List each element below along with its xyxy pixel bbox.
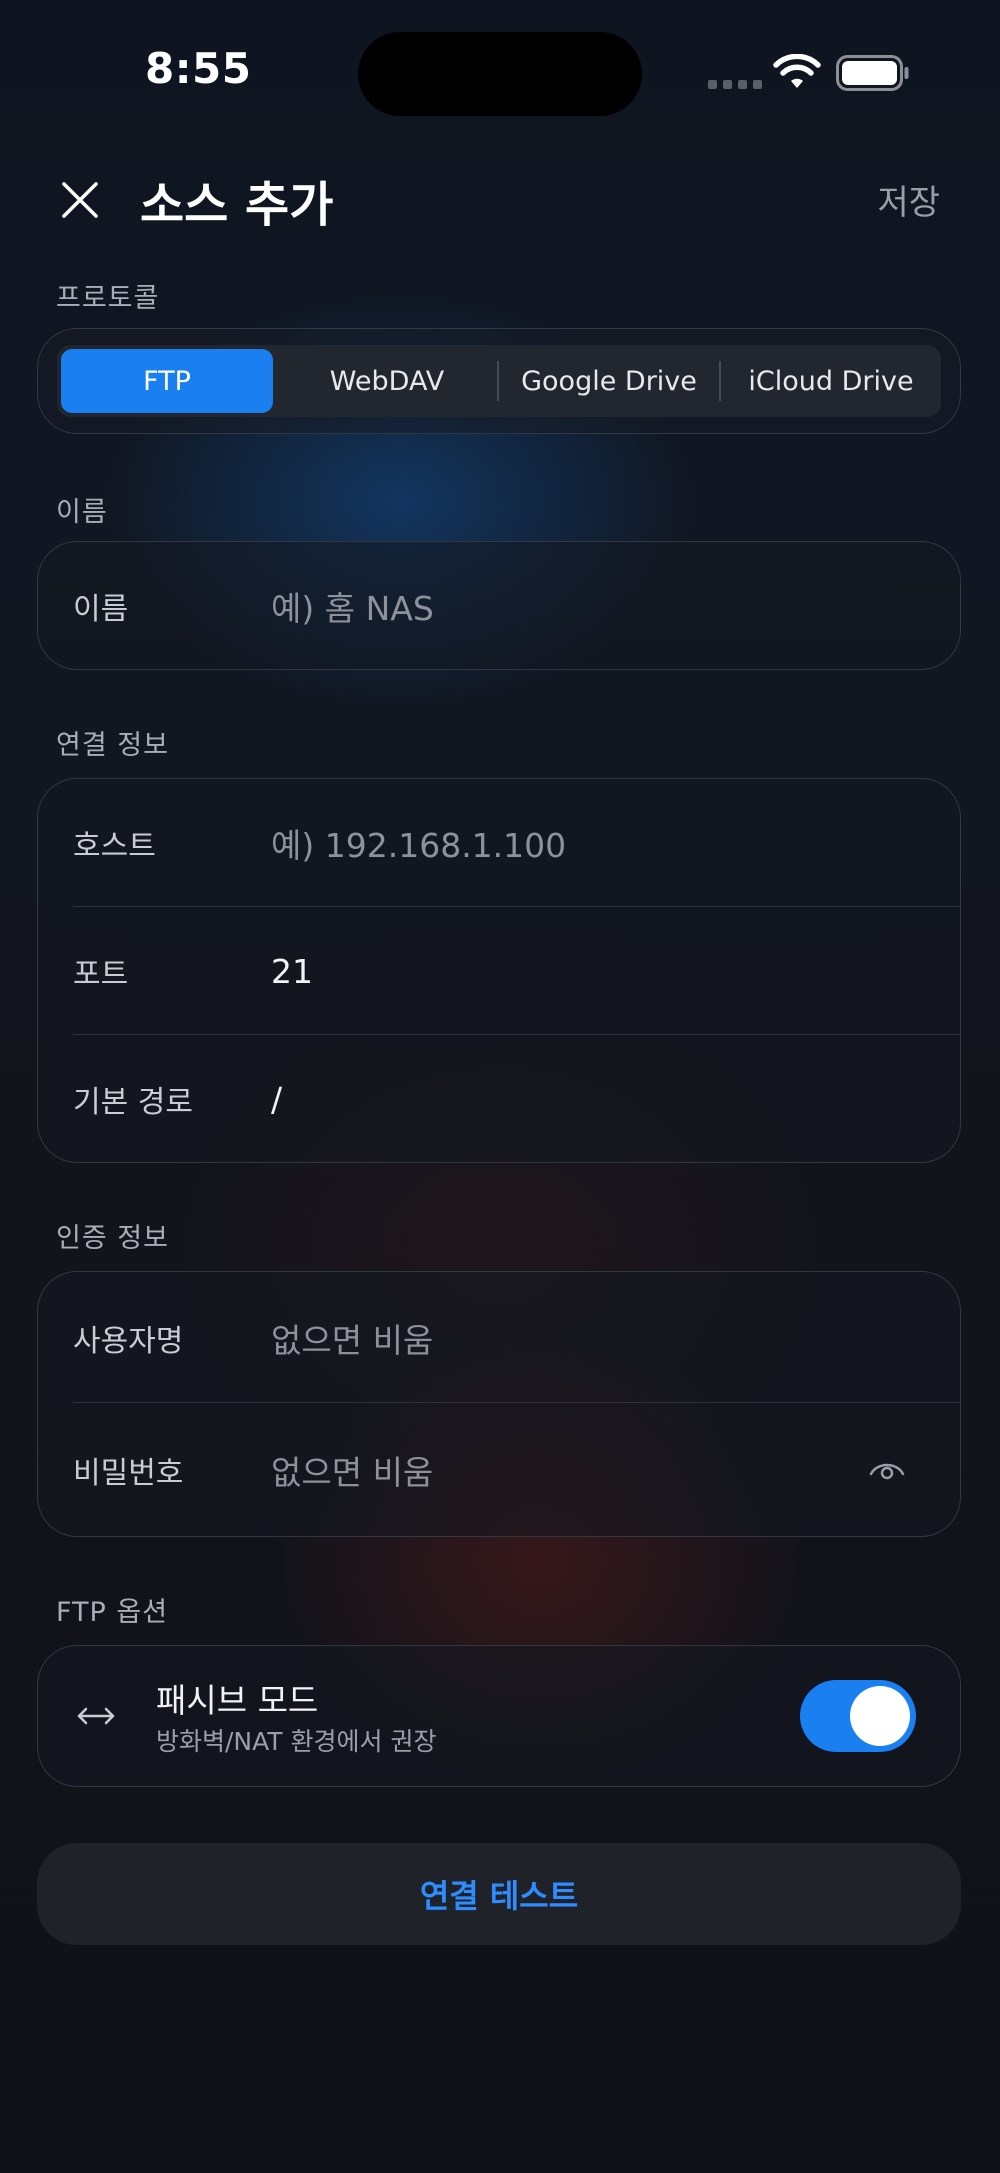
base-path-label: 기본 경로 [73,1085,193,1120]
segment-google-drive[interactable]: Google Drive [503,349,715,413]
segment-divider [719,361,721,401]
passive-mode-row: 패시브 모드 방화벽/NAT 환경에서 권장 [38,1646,960,1786]
base-path-row[interactable]: 기본 경로 / [38,1035,960,1162]
section-label-auth: 인증 정보 [56,1223,169,1254]
port-input[interactable]: 21 [271,907,313,1035]
base-path-input[interactable]: / [271,1035,282,1162]
passive-mode-title: 패시브 모드 [156,1681,319,1720]
name-input[interactable]: 예) 홈 NAS [271,542,434,669]
segment-icloud-drive[interactable]: iCloud Drive [725,349,937,413]
segment-ftp[interactable]: FTP [61,349,273,413]
name-field-label: 이름 [73,592,129,627]
segment-webdav[interactable]: WebDAV [281,349,493,413]
eye-icon[interactable] [869,1458,905,1482]
section-label-connection: 연결 정보 [56,730,169,761]
test-connection-button[interactable]: 연결 테스트 [37,1843,961,1945]
status-bar: 8:55 [0,0,1000,150]
page-title: 소스 추가 [140,177,334,233]
status-time: 8:55 [145,44,252,93]
host-input[interactable]: 예) 192.168.1.100 [271,779,566,907]
name-card: 이름 예) 홈 NAS [37,541,961,670]
passive-mode-subtitle: 방화벽/NAT 환경에서 권장 [156,1727,437,1756]
ftp-options-card: 패시브 모드 방화벽/NAT 환경에서 권장 [37,1645,961,1787]
port-label: 포트 [73,957,129,992]
section-label-ftp-options: FTP 옵션 [56,1597,169,1628]
save-button[interactable]: 저장 [877,175,940,224]
toggle-knob [850,1686,910,1746]
password-label: 비밀번호 [73,1455,184,1491]
cellular-signal-icon [708,80,762,89]
connection-card: 호스트 예) 192.168.1.100 포트 21 기본 경로 / [37,778,961,1163]
passive-mode-toggle[interactable] [800,1680,916,1752]
host-row[interactable]: 호스트 예) 192.168.1.100 [38,779,960,907]
segment-divider [497,361,499,401]
auth-card: 사용자명 없으면 비움 비밀번호 없으면 비움 [37,1271,961,1537]
section-label-protocol: 프로토콜 [56,283,160,314]
wifi-icon [773,54,821,88]
name-row[interactable]: 이름 예) 홈 NAS [38,542,960,669]
username-label: 사용자명 [73,1323,184,1359]
close-icon [62,182,98,218]
username-input[interactable]: 없으면 비움 [271,1272,433,1403]
password-input[interactable]: 없으면 비움 [271,1403,433,1536]
close-button[interactable] [50,170,110,230]
username-row[interactable]: 사용자명 없으면 비움 [38,1272,960,1403]
host-label: 호스트 [73,829,156,864]
section-label-name: 이름 [56,497,108,528]
password-row[interactable]: 비밀번호 없으면 비움 [38,1403,960,1536]
dynamic-island [358,32,642,116]
battery-icon [836,55,909,91]
arrows-horizontal-icon [77,1707,115,1725]
port-row[interactable]: 포트 21 [38,907,960,1035]
protocol-selector: FTP WebDAV Google Drive iCloud Drive [37,328,961,434]
protocol-segmented-control: FTP WebDAV Google Drive iCloud Drive [57,345,941,417]
